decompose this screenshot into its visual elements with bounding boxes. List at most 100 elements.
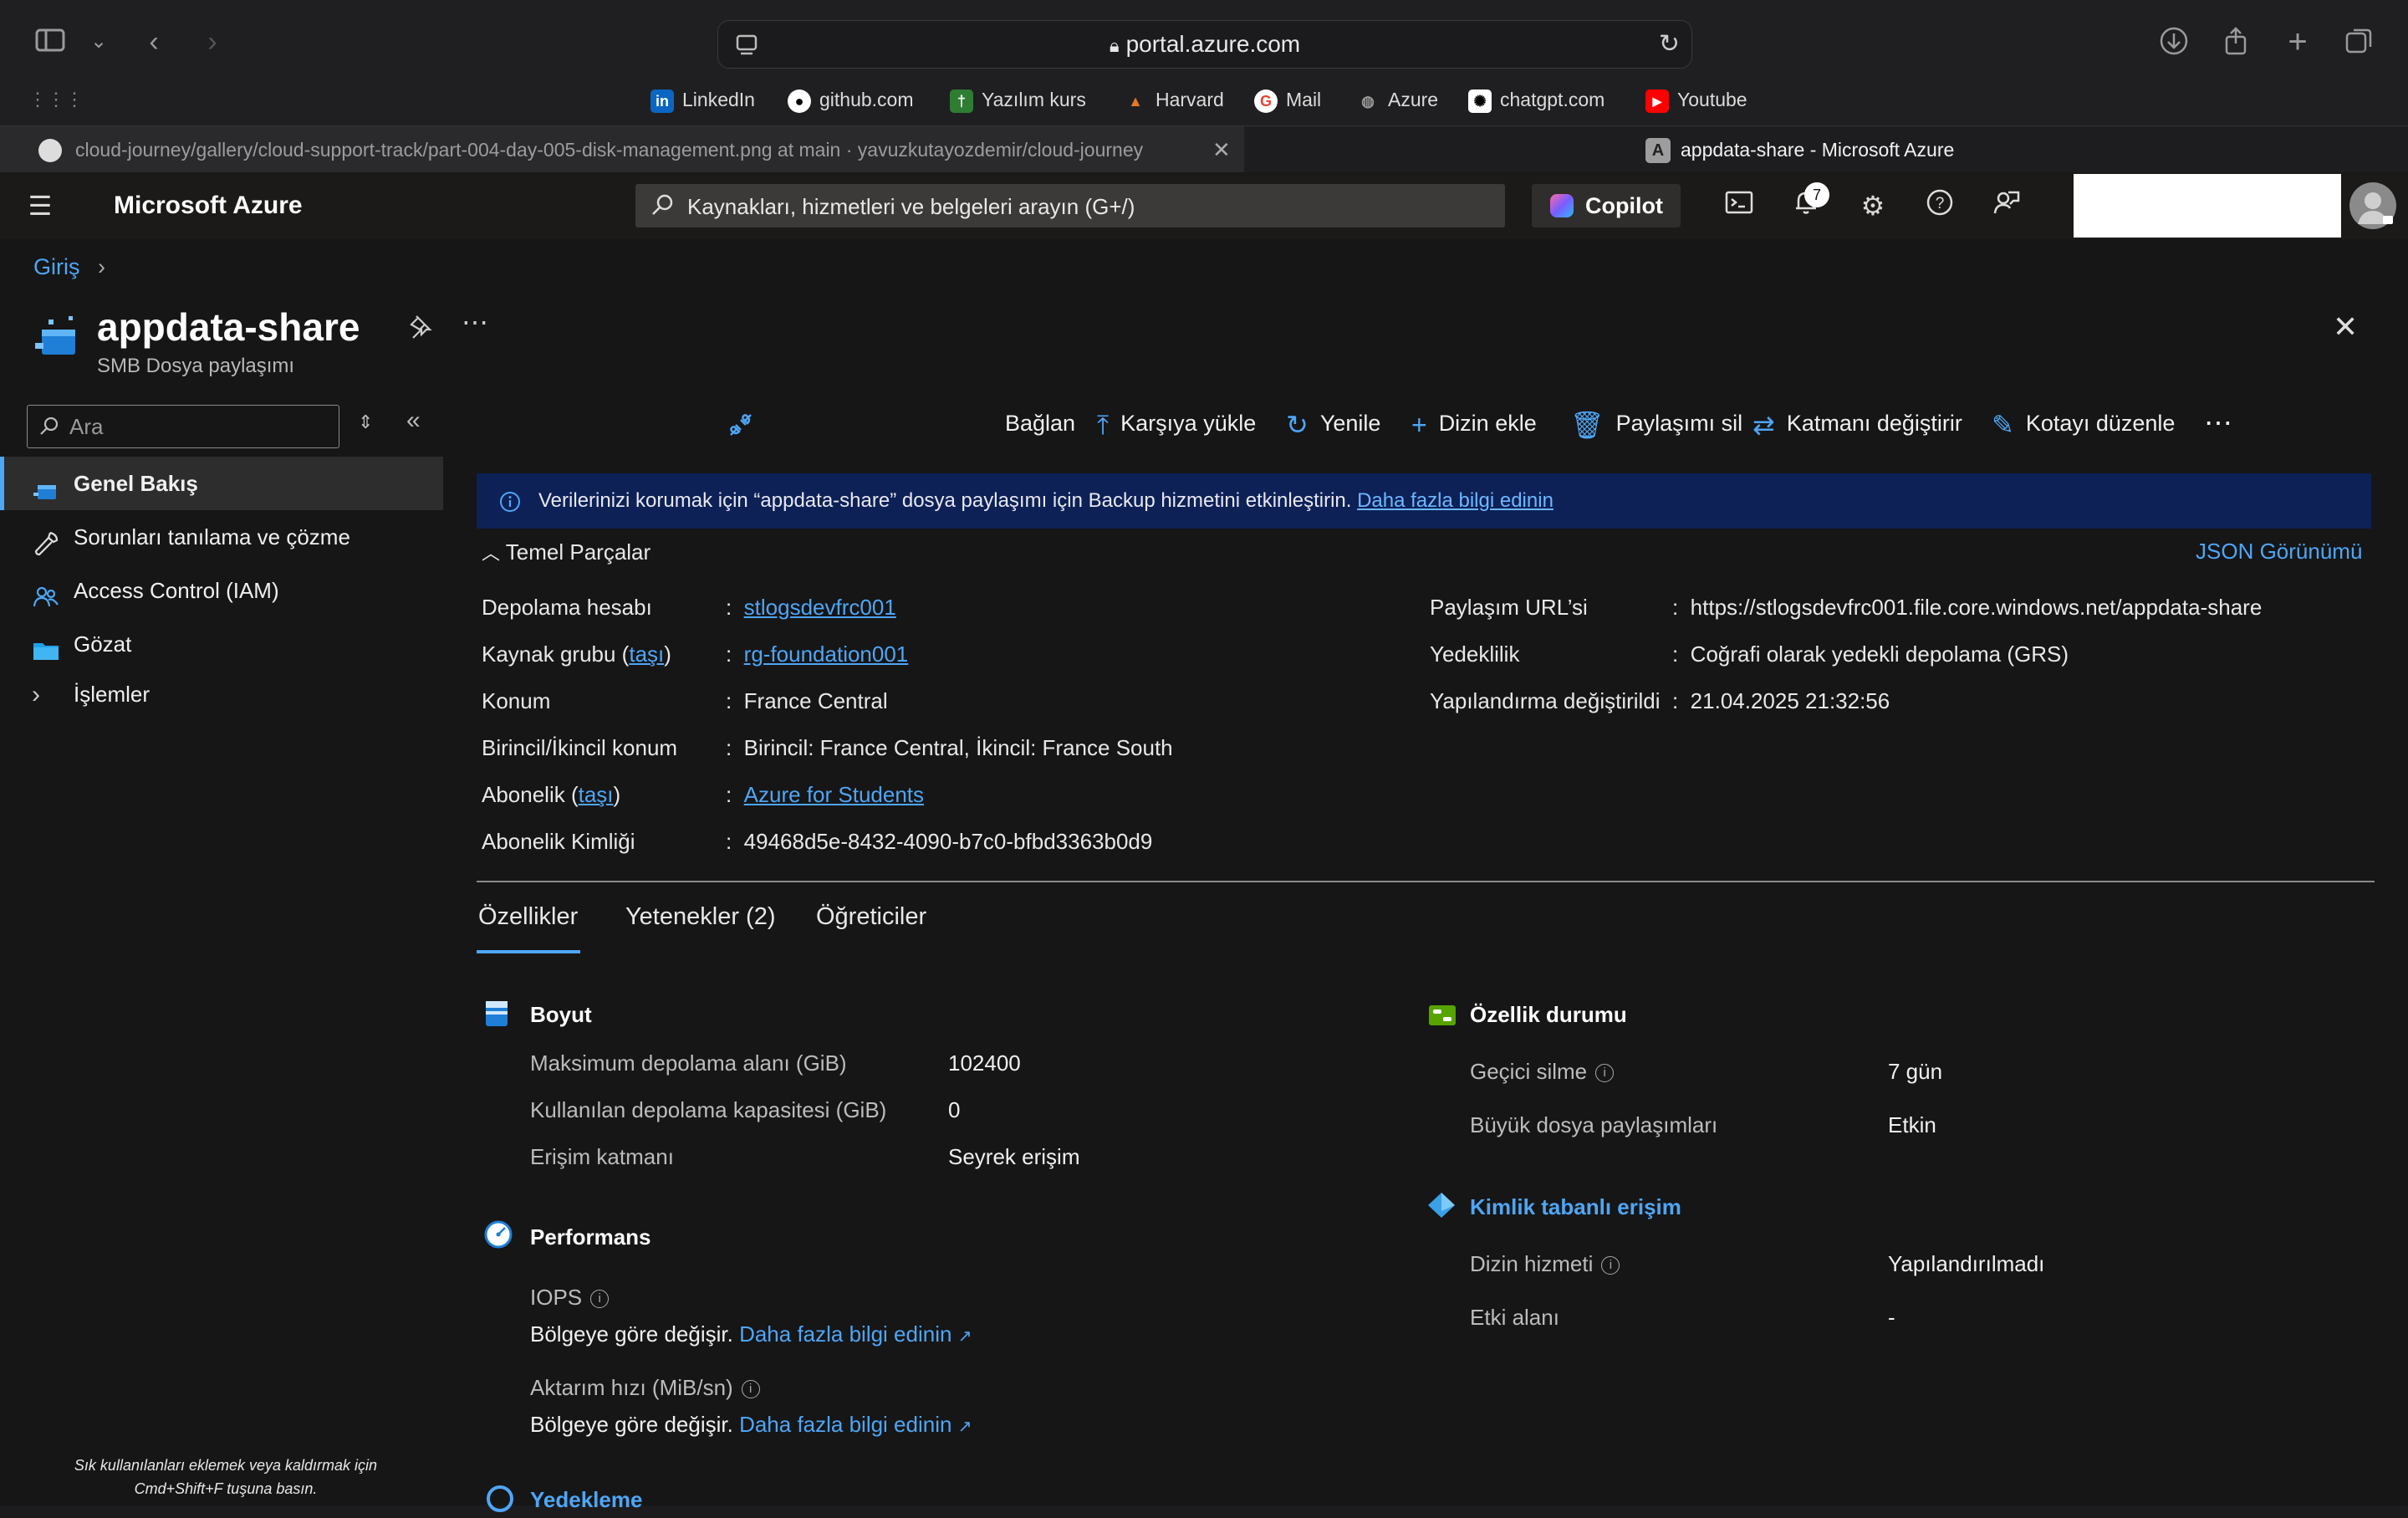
backup-section-title[interactable]: Yedekleme xyxy=(530,1487,642,1513)
azure-brand[interactable]: Microsoft Azure xyxy=(114,172,303,239)
gauge-icon xyxy=(483,1219,513,1254)
tab-github[interactable]: cloud-journey/gallery/cloud-support-trac… xyxy=(0,126,1244,173)
access-tier-value[interactable]: Seyrek erişim xyxy=(948,1144,1079,1170)
json-view-link[interactable]: JSON Görünümü xyxy=(2196,539,2362,565)
sort-icon[interactable]: ⇕ xyxy=(358,411,373,433)
connect-link-icon[interactable] xyxy=(724,398,758,448)
connect-button[interactable]: Bağlan xyxy=(1005,398,1075,448)
move-subscription-link[interactable]: taşı xyxy=(579,782,614,807)
forward-icon[interactable]: › xyxy=(194,23,231,60)
file-share-icon xyxy=(32,470,60,499)
breadcrumb-home-link[interactable]: Giriş xyxy=(33,254,80,279)
address-bar[interactable]: 🔒︎ portal.azure.com ↻ xyxy=(717,20,1692,69)
move-resource-group-link[interactable]: taşı xyxy=(629,641,664,667)
pin-icon[interactable] xyxy=(406,313,433,346)
copilot-label: Copilot xyxy=(1585,193,1663,218)
nav-item-operations[interactable]: › İşlemler xyxy=(0,667,443,721)
reload-icon[interactable]: ↻ xyxy=(1659,29,1680,59)
wrench-icon xyxy=(32,524,60,556)
new-tab-icon[interactable]: + xyxy=(2279,23,2316,60)
more-options-icon[interactable]: ⋯ xyxy=(462,306,488,338)
bookmark-yazilim[interactable]: † Yazılım kurs xyxy=(950,80,1086,119)
pencil-icon: ✎ xyxy=(1992,409,2014,440)
bookmark-azure[interactable]: ◍ Azure xyxy=(1356,80,1438,119)
connect-label: Bağlan xyxy=(1005,411,1076,436)
subscription-link[interactable]: Azure for Students xyxy=(744,782,924,807)
chevron-down-icon[interactable]: ⌄ xyxy=(80,23,117,60)
tab-properties-label: Özellikler xyxy=(478,903,579,930)
help-icon[interactable]: ? xyxy=(1921,187,1958,224)
close-blade-icon[interactable]: ✕ xyxy=(2333,309,2358,345)
iops-learn-more-link[interactable]: Daha fazla bilgi edinin xyxy=(739,1321,951,1347)
identity-section-title[interactable]: Kimlik tabanlı erişim xyxy=(1470,1194,1681,1220)
folder-icon xyxy=(32,631,60,660)
tab-azure[interactable]: A appdata-share - Microsoft Azure xyxy=(1244,126,2408,173)
feature-section-title: Özellik durumu xyxy=(1470,1002,1627,1027)
storage-account-link[interactable]: stlogsdevfrc001 xyxy=(744,595,896,620)
global-search[interactable] xyxy=(635,184,1505,229)
share-icon[interactable] xyxy=(2217,25,2254,62)
change-tier-button[interactable]: ⇄ Katmanı değiştirir xyxy=(1752,398,1962,448)
hamburger-menu-icon[interactable]: ☰ xyxy=(22,187,59,224)
account-name-box[interactable] xyxy=(2074,174,2341,238)
bookmark-harvard[interactable]: ▲ Harvard xyxy=(1124,80,1224,119)
info-icon[interactable]: i xyxy=(590,1290,610,1309)
essentials-value-row: : rg-foundation001 xyxy=(726,641,909,667)
tab-favicon-icon: A xyxy=(1645,138,1671,163)
info-icon[interactable]: i xyxy=(1595,1064,1615,1083)
settings-gear-icon[interactable]: ⚙ xyxy=(1854,187,1891,224)
more-commands-icon[interactable]: ⋯ xyxy=(2204,398,2232,448)
tab-label: cloud-journey/gallery/cloud-support-trac… xyxy=(75,139,1144,161)
back-icon[interactable]: ‹ xyxy=(135,23,172,60)
menu-search[interactable] xyxy=(27,405,339,448)
tab-overview-icon[interactable] xyxy=(2341,25,2378,62)
upload-button[interactable]: ⤒ Karşıya yükle xyxy=(1097,398,1256,448)
menu-search-input[interactable] xyxy=(68,406,335,447)
nav-item-iam[interactable]: Access Control (IAM) xyxy=(0,564,443,617)
nav-item-browse[interactable]: Gözat xyxy=(0,617,443,671)
max-storage-value[interactable]: 102400 xyxy=(948,1050,1021,1076)
bookmark-linkedin[interactable]: in LinkedIn xyxy=(650,80,755,119)
tab-tutorials[interactable]: Öğreticiler xyxy=(816,903,926,931)
apps-grid-icon[interactable]: ⋮⋮⋮ xyxy=(28,89,84,110)
iops-text: Bölgeye göre değişir. Daha fazla bilgi e… xyxy=(530,1321,972,1347)
avatar[interactable] xyxy=(2349,182,2396,229)
throughput-learn-more-link[interactable]: Daha fazla bilgi edinin xyxy=(739,1412,951,1437)
tab-capabilities[interactable]: Yetenekler (2) xyxy=(625,903,775,931)
cloud-shell-icon[interactable] xyxy=(1721,187,1758,224)
essentials-toggle[interactable]: ︿ Temel Parçalar xyxy=(482,539,650,565)
notifications-icon[interactable]: 7 xyxy=(1788,182,1829,224)
collapse-menu-icon[interactable]: « xyxy=(406,406,421,435)
close-tab-icon[interactable]: ✕ xyxy=(1212,126,1231,173)
refresh-button[interactable]: ↻ Yenile xyxy=(1286,398,1380,448)
copilot-button[interactable]: Copilot xyxy=(1532,184,1681,227)
throughput-label: Aktarım hızı (MiB/sn) i xyxy=(530,1375,760,1401)
bookmark-chatgpt[interactable]: ✺ chatgpt.com xyxy=(1468,80,1604,119)
banner-learn-more-link[interactable]: Daha fazla bilgi edinin xyxy=(1357,489,1553,512)
tab-properties[interactable]: Özellikler xyxy=(478,903,578,931)
directory-service-value[interactable]: Yapılandırılmadı xyxy=(1888,1251,2044,1277)
trash-icon: 🗑︎ xyxy=(1570,409,1604,440)
add-directory-label: Dizin ekle xyxy=(1438,411,1537,436)
nav-item-diagnose[interactable]: Sorunları tanılama ve çözme xyxy=(0,510,443,564)
resource-group-link[interactable]: rg-foundation001 xyxy=(744,641,909,667)
edit-quota-button[interactable]: ✎ Kotayı düzenle xyxy=(1992,398,2175,448)
info-icon[interactable]: i xyxy=(1601,1256,1620,1275)
nav-item-overview[interactable]: Genel Bakış xyxy=(0,457,443,510)
essentials-divider xyxy=(477,881,2375,882)
bookmark-mail[interactable]: G Mail xyxy=(1254,80,1321,119)
essentials-label: Kaynak grubu xyxy=(482,641,616,667)
global-search-input[interactable] xyxy=(686,184,1492,229)
info-icon[interactable]: i xyxy=(741,1380,760,1399)
downloads-icon[interactable] xyxy=(2155,25,2192,62)
soft-delete-value[interactable]: 7 gün xyxy=(1888,1059,1942,1085)
add-directory-button[interactable]: + Dizin ekle xyxy=(1411,398,1537,448)
feedback-icon[interactable] xyxy=(1988,187,2025,224)
bookmark-label: Azure xyxy=(1388,89,1439,110)
sidebar-toggle-icon[interactable] xyxy=(32,23,69,60)
bookmark-github[interactable]: ● github.com xyxy=(788,80,914,119)
copilot-icon xyxy=(1550,194,1574,217)
bookmark-youtube[interactable]: ▶ Youtube xyxy=(1645,80,1747,119)
essentials-label: Depolama hesabı xyxy=(482,595,652,620)
delete-share-button[interactable]: 🗑︎ Paylaşımı sil xyxy=(1570,398,1742,448)
